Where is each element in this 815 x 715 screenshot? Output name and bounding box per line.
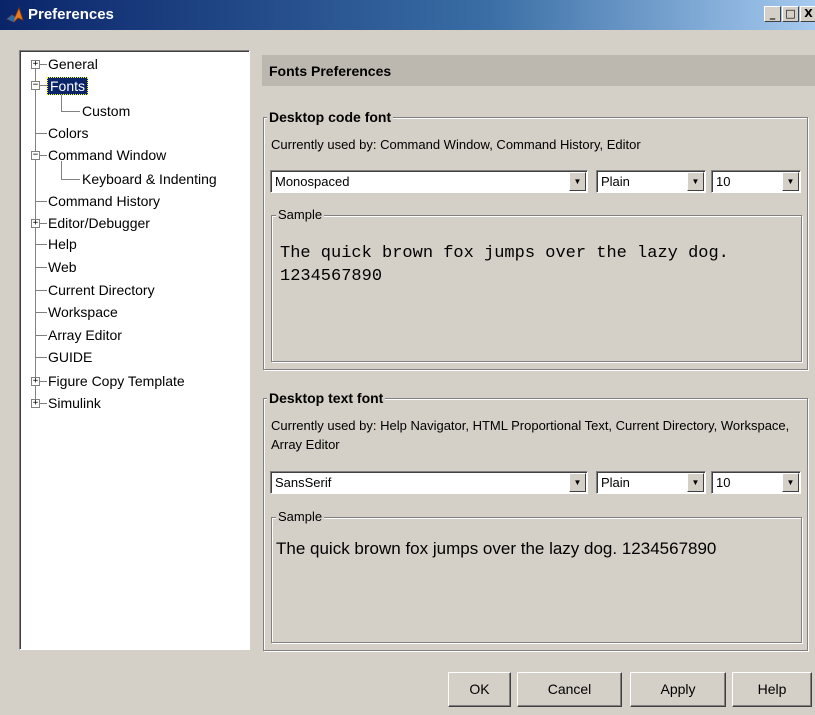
tree-item-array-editor[interactable]: Array Editor (48, 326, 122, 344)
window-title: Preferences (28, 6, 114, 23)
maximize-button[interactable]: □ (782, 6, 799, 22)
text-sample-label: Sample (276, 509, 325, 524)
preferences-tree[interactable]: + General − Fonts Custom Colors − Comman… (19, 50, 250, 650)
expand-simulink-icon[interactable]: + (31, 399, 40, 408)
tree-item-fonts[interactable]: Fonts (47, 77, 89, 95)
text-font-sample-box: Sample The quick brown fox jumps over th… (271, 509, 802, 643)
minimize-button[interactable]: _ (764, 6, 781, 22)
tree-item-guide[interactable]: GUIDE (48, 348, 92, 366)
collapse-fonts-icon[interactable]: − (31, 81, 40, 90)
code-font-description: Currently used by: Command Window, Comma… (271, 137, 641, 152)
code-sample-label: Sample (276, 207, 325, 222)
text-font-size-select[interactable]: 10 ▼ (711, 471, 801, 494)
minimize-icon: _ (769, 7, 776, 20)
title-bar[interactable]: Preferences _ □ X (0, 0, 815, 30)
text-font-group: Desktop text font Currently used by: Hel… (263, 390, 808, 651)
collapse-command-window-icon[interactable]: − (31, 151, 40, 160)
code-font-size-select[interactable]: 10 ▼ (711, 170, 801, 193)
text-font-description: Currently used by: Help Navigator, HTML … (271, 418, 790, 452)
chevron-down-icon[interactable]: ▼ (687, 473, 704, 492)
code-font-size-value: 10 (716, 174, 731, 189)
code-font-legend: Desktop code font (267, 109, 394, 125)
ok-button[interactable]: OK (448, 672, 511, 707)
code-font-group: Desktop code font Currently used by: Com… (263, 109, 808, 370)
tree-item-help[interactable]: Help (48, 235, 77, 253)
text-font-style-value: Plain (601, 475, 630, 490)
code-font-sample-box: Sample The quick brown fox jumps over th… (271, 207, 802, 362)
tree-item-figure-copy-template[interactable]: Figure Copy Template (48, 372, 185, 390)
text-sample-text: The quick brown fox jumps over the lazy … (276, 539, 717, 558)
maximize-icon: □ (785, 7, 796, 20)
expand-editor-debugger-icon[interactable]: + (31, 219, 40, 228)
close-icon: X (804, 7, 813, 20)
chevron-down-icon[interactable]: ▼ (782, 172, 799, 191)
tree-item-command-history[interactable]: Command History (48, 192, 160, 210)
panel-title: Fonts Preferences (269, 63, 392, 79)
text-font-size-value: 10 (716, 475, 731, 490)
expand-figure-copy-template-icon[interactable]: + (31, 377, 40, 386)
text-font-family-select[interactable]: SansSerif ▼ (270, 471, 588, 494)
code-font-family-value: Monospaced (275, 174, 350, 189)
tree-item-editor-debugger[interactable]: Editor/Debugger (48, 214, 150, 232)
tree-item-current-directory[interactable]: Current Directory (48, 281, 155, 299)
tree-item-workspace[interactable]: Workspace (48, 303, 118, 321)
chevron-down-icon[interactable]: ▼ (687, 172, 704, 191)
code-font-style-value: Plain (601, 174, 630, 189)
text-font-style-select[interactable]: Plain ▼ (596, 471, 706, 494)
text-font-legend: Desktop text font (267, 390, 386, 406)
tree-item-custom[interactable]: Custom (82, 102, 130, 120)
chevron-down-icon[interactable]: ▼ (569, 473, 586, 492)
chevron-down-icon[interactable]: ▼ (569, 172, 586, 191)
close-button[interactable]: X (800, 6, 815, 22)
code-sample-text: The quick brown fox jumps over the lazy … (280, 244, 729, 286)
code-font-style-select[interactable]: Plain ▼ (596, 170, 706, 193)
text-font-family-value: SansSerif (275, 475, 332, 490)
code-font-family-select[interactable]: Monospaced ▼ (270, 170, 588, 193)
matlab-logo-icon (6, 6, 24, 23)
tree-item-general[interactable]: General (48, 55, 98, 73)
cancel-button[interactable]: Cancel (517, 672, 622, 707)
expand-general-icon[interactable]: + (31, 60, 40, 69)
panel-header: Fonts Preferences (262, 55, 815, 86)
tree-item-simulink[interactable]: Simulink (48, 394, 101, 412)
apply-button[interactable]: Apply (630, 672, 726, 707)
tree-item-keyboard-indenting[interactable]: Keyboard & Indenting (82, 170, 217, 188)
chevron-down-icon[interactable]: ▼ (782, 473, 799, 492)
help-button[interactable]: Help (732, 672, 812, 707)
tree-item-colors[interactable]: Colors (48, 124, 88, 142)
tree-item-web[interactable]: Web (48, 258, 77, 276)
tree-item-command-window[interactable]: Command Window (48, 146, 166, 164)
